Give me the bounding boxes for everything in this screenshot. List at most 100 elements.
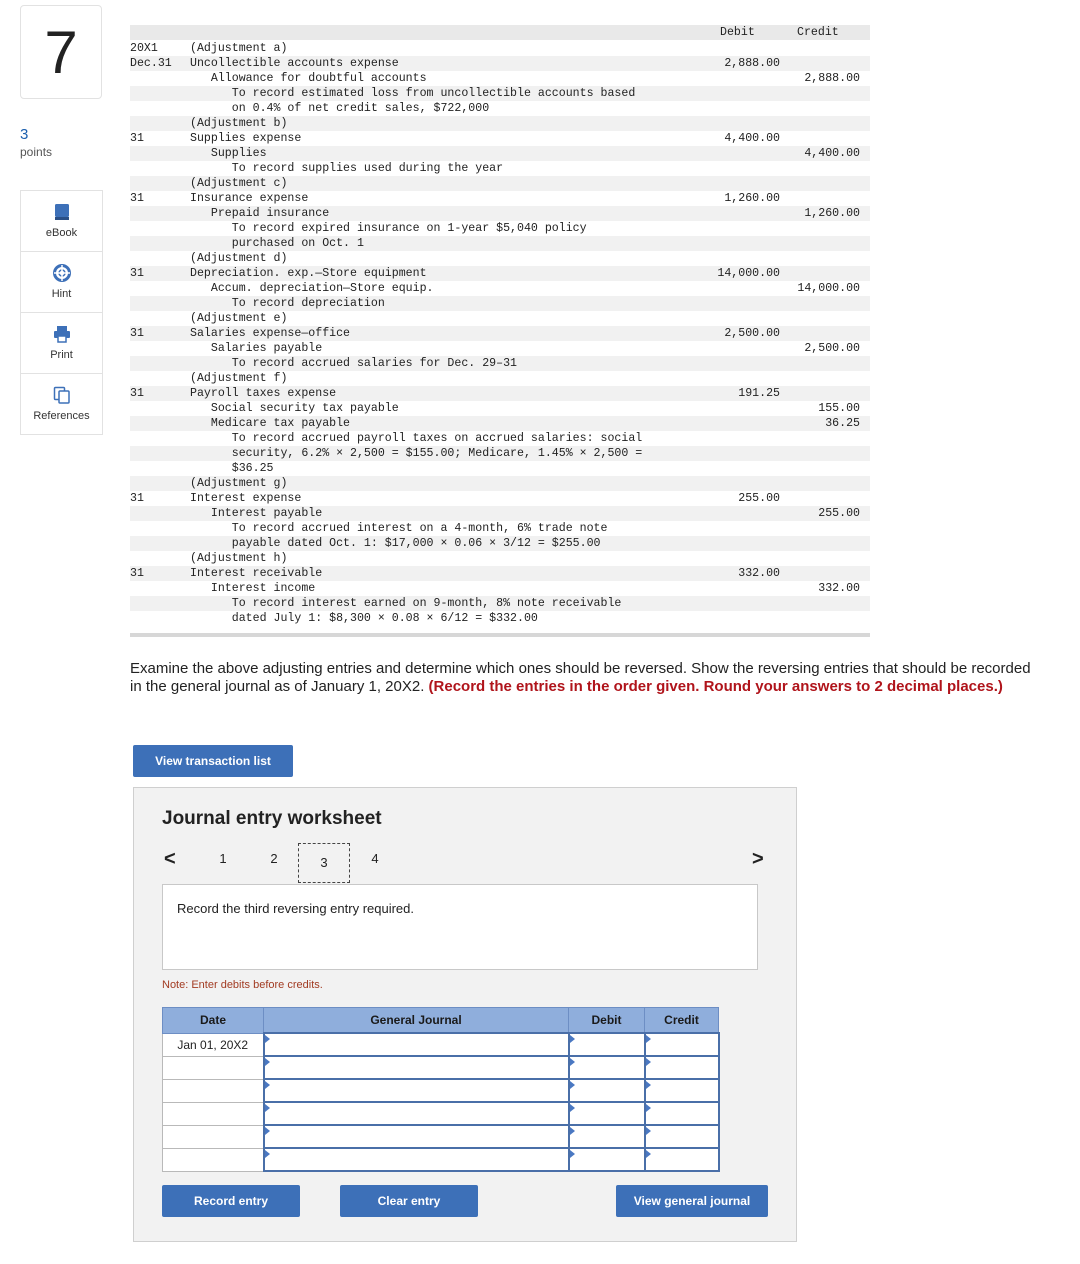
debit-input[interactable] — [567, 1101, 646, 1126]
entry-line: To record accrued payroll taxes on accru… — [130, 431, 870, 446]
account-input[interactable] — [262, 1101, 570, 1126]
entry-date: 31 — [130, 267, 144, 280]
entry-line: Medicare tax payable 36.25 — [130, 416, 870, 431]
entry-description: dated July 1: $8,300 × 0.08 × 6/12 = $33… — [190, 612, 538, 625]
credit-input[interactable] — [643, 1032, 720, 1057]
next-arrow-icon[interactable]: > — [752, 848, 764, 871]
entry-description: payable dated Oct. 1: $17,000 × 0.06 × 3… — [190, 537, 601, 550]
view-general-journal-button[interactable]: View general journal — [616, 1185, 768, 1217]
entry-line: Prepaid insurance 1,260.00 — [130, 206, 870, 221]
account-input[interactable] — [262, 1124, 570, 1149]
entry-credit: 14,000.00 — [797, 282, 860, 295]
entries-divider — [130, 633, 870, 637]
entry-line: 31 Insurance expense 1,260.00 — [130, 191, 870, 206]
printer-icon — [53, 326, 70, 343]
entry-description: (Adjustment e) — [190, 312, 288, 325]
entry-debit: 2,500.00 — [724, 327, 780, 340]
entry-description: Depreciation. exp.—Store equipment — [190, 267, 427, 280]
tab-4[interactable]: 4 — [365, 851, 385, 866]
credit-input[interactable] — [643, 1124, 720, 1149]
entry-description: Supplies expense — [190, 132, 302, 145]
entry-line: payable dated Oct. 1: $17,000 × 0.06 × 3… — [130, 536, 870, 551]
entry-description: (Adjustment a) — [190, 42, 288, 55]
sidebar-item-hint[interactable]: Hint — [21, 252, 102, 313]
account-input[interactable] — [262, 1055, 570, 1080]
instructions: Examine the above adjusting entries and … — [130, 660, 1035, 696]
entry-description: To record supplies used during the year — [190, 162, 504, 175]
entry-debit: 1,260.00 — [724, 192, 780, 205]
entries-credit-header: Credit — [797, 26, 839, 39]
entry-description: Medicare tax payable — [190, 417, 351, 430]
entry-line: 31 Payroll taxes expense 191.25 — [130, 386, 870, 401]
entry-description: (Adjustment b) — [190, 117, 288, 130]
previous-arrow-icon[interactable]: < — [164, 848, 176, 871]
account-input[interactable] — [262, 1078, 570, 1103]
entry-debit: 14,000.00 — [717, 267, 780, 280]
credit-input[interactable] — [643, 1078, 720, 1103]
entry-line: (Adjustment h) — [130, 551, 870, 566]
entry-credit: 2,888.00 — [804, 72, 860, 85]
entry-date: 20X1 — [130, 42, 158, 55]
entry-credit: 332.00 — [818, 582, 860, 595]
tab-3[interactable]: 3 — [298, 843, 350, 883]
entry-line: Accum. depreciation—Store equip. 14,000.0… — [130, 281, 870, 296]
entry-description: To record expired insurance on 1-year $5… — [190, 222, 587, 235]
entry-description: Interest expense — [190, 492, 302, 505]
credit-input[interactable] — [643, 1055, 720, 1080]
table-row — [162, 1078, 720, 1103]
entry-line: 20X1 (Adjustment a) — [130, 41, 870, 56]
entry-date: 31 — [130, 387, 144, 400]
debit-input[interactable] — [567, 1055, 646, 1080]
entry-description: (Adjustment h) — [190, 552, 288, 565]
sidebar-item-label: References — [33, 410, 90, 422]
entry-description: Interest income — [190, 582, 316, 595]
sidebar-item-label: Hint — [51, 288, 72, 300]
sidebar-item-ebook[interactable]: eBook — [21, 191, 102, 252]
account-input[interactable] — [262, 1032, 570, 1057]
sidebar-item-label: eBook — [45, 227, 78, 239]
entry-description: Prepaid insurance — [190, 207, 330, 220]
entry-description: (Adjustment g) — [190, 477, 288, 490]
entry-line: security, 6.2% × 2,500 = $155.00; Medica… — [130, 446, 870, 461]
account-input[interactable] — [262, 1147, 570, 1172]
table-row — [162, 1101, 720, 1126]
entry-date: 31 — [130, 327, 144, 340]
adjusting-entries: Debit Credit 20X1 (Adjustment a) Dec.31 Unc… — [130, 25, 870, 637]
entry-credit: 1,260.00 — [804, 207, 860, 220]
sidebar-item-print[interactable]: Print — [21, 313, 102, 374]
sidebar: eBook Hint Print References — [20, 190, 103, 435]
question-number: 7 — [20, 5, 102, 99]
credit-input[interactable] — [643, 1147, 720, 1172]
entry-line: 31 Depreciation. exp.—Store equipment 14,0… — [130, 266, 870, 281]
clear-entry-button[interactable]: Clear entry — [340, 1185, 478, 1217]
entry-date: 31 — [130, 492, 144, 505]
entry-prompt-box: Record the third reversing entry require… — [162, 884, 758, 970]
entry-line: To record expired insurance on 1-year $5… — [130, 221, 870, 236]
entry-line: To record accrued salaries for Dec. 29–3… — [130, 356, 870, 371]
view-transaction-list-button[interactable]: View transaction list — [133, 745, 293, 777]
entry-credit: 2,500.00 — [804, 342, 860, 355]
entry-line: To record estimated loss from uncollecti… — [130, 86, 870, 101]
debit-input[interactable] — [567, 1147, 646, 1172]
entry-description: (Adjustment f) — [190, 372, 288, 385]
entry-description: To record interest earned on 9-month, 8%… — [190, 597, 622, 610]
debit-input[interactable] — [567, 1124, 646, 1149]
entry-description: To record accrued payroll taxes on accru… — [190, 432, 643, 445]
entry-description: on 0.4% of net credit sales, $722,000 — [190, 102, 490, 115]
entry-prompt-text: Record the third reversing entry require… — [177, 901, 415, 916]
table-row — [162, 1124, 720, 1149]
tab-1[interactable]: 1 — [213, 851, 233, 866]
entry-line: on 0.4% of net credit sales, $722,000 — [130, 101, 870, 116]
entry-description: Uncollectible accounts expense — [190, 57, 399, 70]
entry-line: Salaries payable 2,500.00 — [130, 341, 870, 356]
book-icon — [54, 204, 69, 220]
entries-header: Debit Credit — [130, 25, 870, 40]
entry-description: (Adjustment c) — [190, 177, 288, 190]
entry-description: To record estimated loss from uncollecti… — [190, 87, 636, 100]
debit-input[interactable] — [567, 1078, 646, 1103]
debit-input[interactable] — [567, 1032, 646, 1057]
credit-input[interactable] — [643, 1101, 720, 1126]
record-entry-button[interactable]: Record entry — [162, 1185, 300, 1217]
tab-2[interactable]: 2 — [264, 851, 284, 866]
sidebar-item-references[interactable]: References — [21, 374, 102, 434]
